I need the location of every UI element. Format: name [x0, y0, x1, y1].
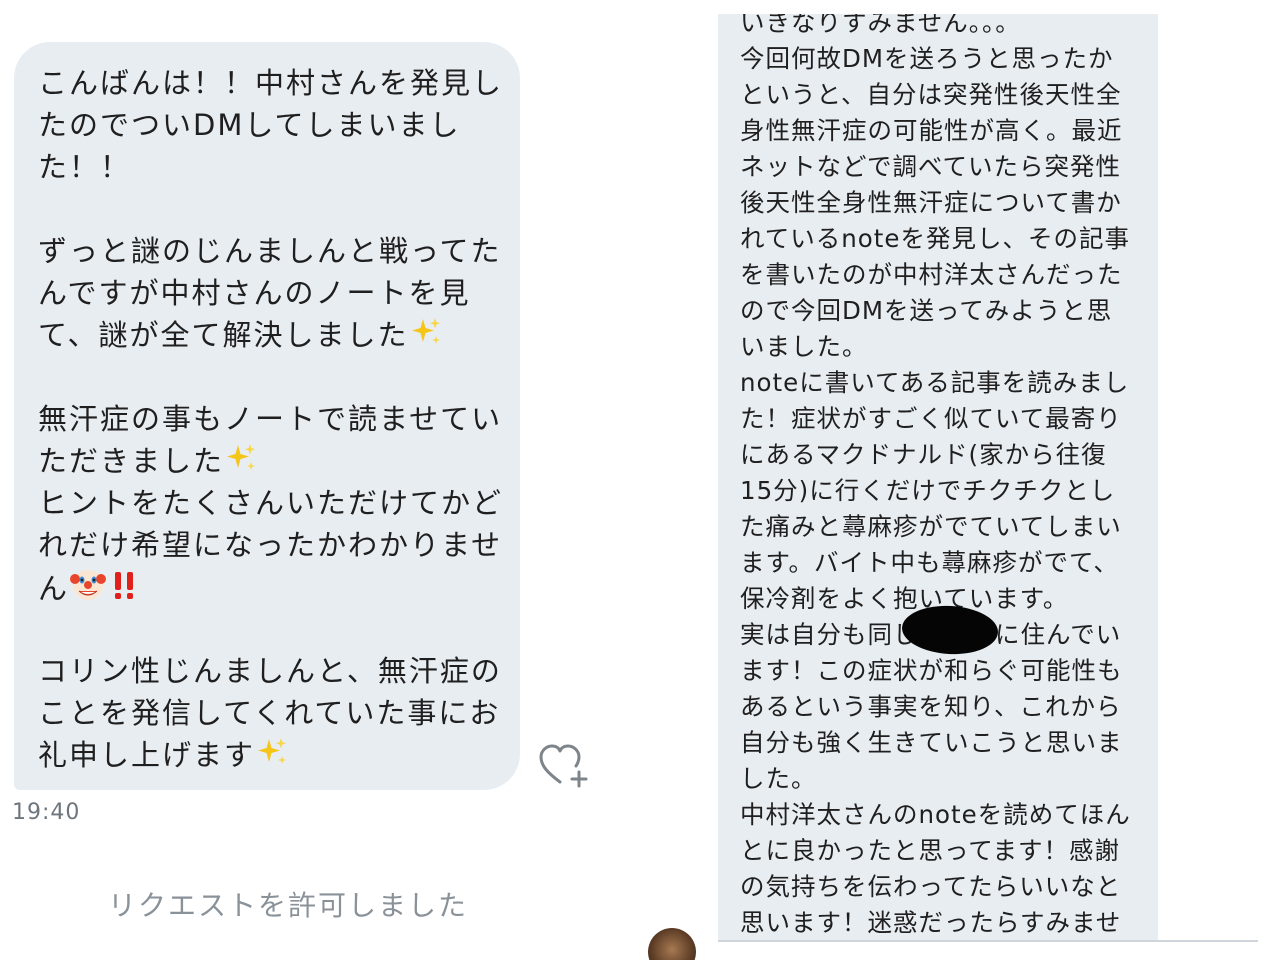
message-line: とに良かったと思ってます！感謝 [740, 836, 1121, 865]
message-line: コリン性じんましんと、無汗症の [38, 654, 502, 688]
message-line: ヒントをたくさんいただけてかど [38, 486, 504, 520]
message-line: 無汗症の事もノートで読ませてい [38, 402, 503, 436]
message-line-with-emoji: ただきました [38, 440, 520, 482]
message-line: 後天性全身性無汗症について書か [740, 188, 1122, 217]
message-line-with-emoji: 礼申し上げます [38, 734, 520, 776]
received-message-bubble-2[interactable]: いきなりすみません。。。 今回何故DMを送ろうと思ったか というと、自分は突発性… [718, 14, 1158, 942]
double-exclamation-icon [107, 568, 141, 613]
message-line: ネットなどで調べていたら突発性 [740, 152, 1122, 181]
sparkles-icon [255, 735, 289, 780]
message-line: ます！この症状が和らぐ可能性も [740, 656, 1123, 685]
message-line: noteに書いてある記事を読みまし [740, 368, 1130, 397]
message-line: た痛みと蕁麻疹がでていてしまい [740, 512, 1122, 541]
message-text: ん [38, 571, 70, 606]
message-line-with-emoji: ん [38, 566, 520, 608]
sparkles-icon [409, 315, 443, 360]
message-line: ずっと謎のじんましんと戦ってた [38, 234, 502, 268]
divider [718, 940, 1258, 942]
message-text: て、謎が全て解決しました [38, 318, 409, 352]
message-line: たのでついDMしてしまいまし [38, 108, 461, 142]
message-line: というと、自分は突発性後天性全 [740, 80, 1122, 109]
message-line: を書いたのが中村洋太さんだった [740, 260, 1123, 289]
message-line: あるという事実を知り、これから [740, 692, 1122, 721]
message-line: した。 [740, 764, 817, 793]
message-line: ので今回DMを送ってみようと思 [740, 296, 1113, 325]
message-line: た！！ [38, 150, 132, 184]
clown-face-icon [69, 566, 107, 615]
message-line: にあるマクドナルド(家から往復 [740, 440, 1107, 469]
message-line-with-emoji: て、謎が全て解決しました [38, 314, 520, 356]
message-line: 身性無汗症の可能性が高く。最近 [740, 116, 1123, 145]
heart-plus-icon[interactable] [538, 742, 590, 790]
received-message-bubble[interactable]: こんばんは！！中村さんを発見し たのでついDMしてしまいまし た！！ ずっと謎の… [14, 42, 520, 790]
message-line: た！症状がすごく似ていて最寄り [740, 404, 1122, 433]
message-timestamp: 19:40 [12, 800, 81, 825]
message-text: 礼申し上げます [38, 738, 256, 772]
message-line: いました。 [740, 332, 868, 361]
message-line: んですが中村さんのノートを見 [38, 276, 471, 310]
message-text: ただきました [38, 444, 225, 478]
dm-comparison-screenshot: こんばんは！！中村さんを発見し たのでついDMしてしまいまし た！！ ずっと謎の… [0, 0, 1280, 960]
message-line: 自分も強く生きていこうと思いま [740, 728, 1123, 757]
message-line: れているnoteを発見し、その記事 [740, 224, 1130, 253]
message-line: ます。バイト中も蕁麻疹がでて、 [740, 548, 1119, 577]
message-line: の気持ちを伝わってたらいいなと [740, 872, 1122, 901]
message-line: ことを発信してくれていた事にお [38, 696, 501, 730]
message-line: こんばんは！！中村さんを発見し [38, 66, 504, 100]
message-line: れだけ希望になったかわかりませ [38, 528, 503, 562]
message-line: 中村洋太さんのnoteを読めてほん [740, 800, 1131, 829]
avatar[interactable] [648, 928, 696, 960]
message-line: 今回何故DMを送ろうと思ったか [740, 44, 1114, 73]
message-line: 思います！迷惑だったらすみませ [740, 908, 1122, 937]
message-line: いきなりすみません。。。 [740, 14, 1021, 37]
sparkles-icon [224, 441, 258, 486]
message-line: 15分)に行くだけでチクチクとし [740, 476, 1116, 505]
request-accepted-status: リクエストを許可しました [108, 889, 469, 922]
